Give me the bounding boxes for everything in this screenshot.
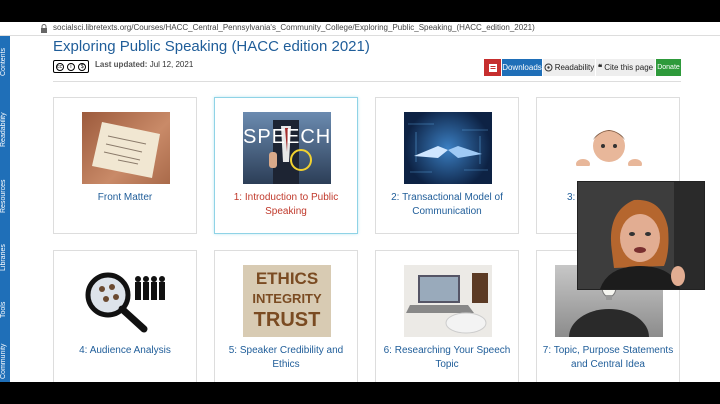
- donate-button[interactable]: Donate: [656, 59, 681, 76]
- card-transactional-model[interactable]: 2: Transactional Model of Communication: [375, 97, 519, 234]
- trust-word: TRUST: [253, 309, 321, 331]
- cite-label: Cite this page: [604, 63, 654, 72]
- integrity-word: INTEGRITY: [252, 291, 322, 306]
- libretexts-page: Contents Readability Resources Libraries…: [0, 36, 720, 382]
- research-thumbnail: [404, 265, 492, 337]
- card-title: 6: Researching Your Speech Topic: [383, 345, 511, 370]
- last-updated: Last updated: Jul 12, 2021: [95, 60, 193, 69]
- handshake-image: [408, 123, 488, 173]
- browser-address-bar[interactable]: socialsci.libretexts.org/Courses/HACC_Ce…: [0, 22, 720, 36]
- quote-icon: ❝: [597, 63, 603, 72]
- sidebar-tab-resources[interactable]: Resources: [0, 170, 10, 222]
- by-icon: i: [66, 62, 75, 71]
- nc-icon: $: [78, 62, 87, 71]
- downloads-button[interactable]: Downloads: [502, 59, 542, 76]
- last-updated-label: Last updated:: [95, 60, 148, 69]
- card-title: Front Matter: [97, 192, 153, 203]
- cc-icon: cc: [55, 62, 64, 71]
- page-title: Exploring Public Speaking (HACC edition …: [53, 38, 370, 55]
- front-matter-thumbnail: [82, 112, 170, 184]
- webcam-overlay: [577, 181, 705, 290]
- card-audience-analysis[interactable]: 4: Audience Analysis: [53, 250, 197, 382]
- card-title: 2: Transactional Model of Communication: [391, 192, 503, 217]
- sidebar-tab-tools[interactable]: Tools: [0, 292, 10, 328]
- screen-bottom-black-bar: [0, 382, 720, 404]
- card-introduction-to-public-speaking[interactable]: SPEECH 1: Introduction to Public Speakin…: [214, 97, 358, 234]
- card-title: 4: Audience Analysis: [79, 345, 171, 356]
- screen-top-black-bar: [0, 0, 720, 22]
- last-updated-value: Jul 12, 2021: [149, 60, 194, 69]
- audience-thumbnail: [82, 265, 170, 337]
- sidebar-tab-contents[interactable]: Contents: [0, 36, 10, 88]
- cc-license-badge[interactable]: cc i $: [53, 60, 89, 73]
- pdf-icon: [488, 63, 497, 72]
- peeking-face-image: [573, 130, 645, 184]
- presenter-video: [578, 182, 704, 289]
- lock-icon: [41, 24, 47, 33]
- card-title: 5: Speaker Credibility and Ethics: [228, 345, 344, 370]
- handshake-thumbnail: [404, 112, 492, 184]
- speech-thumbnail: SPEECH: [243, 112, 331, 184]
- card-title: 1: Introduction to Public Speaking: [233, 192, 339, 217]
- ethics-word: ETHICS: [255, 269, 319, 288]
- card-title: 7: Topic, Purpose Statements and Central…: [542, 345, 674, 370]
- magnifier-audience-image: [85, 272, 165, 333]
- laptop-image: [406, 273, 488, 334]
- header-divider: [53, 81, 681, 82]
- pdf-button[interactable]: [484, 59, 501, 76]
- sidebar-tab-readability[interactable]: Readability: [0, 104, 10, 156]
- sidebar-tab-community[interactable]: Community: [0, 340, 10, 382]
- sidebar-tab-libraries[interactable]: Libraries: [0, 236, 10, 280]
- readability-button[interactable]: Readability: [543, 59, 595, 76]
- side-navigation: Contents Readability Resources Libraries…: [0, 36, 10, 382]
- card-researching-your-topic[interactable]: 6: Researching Your Speech Topic: [375, 250, 519, 382]
- cite-this-page-button[interactable]: ❝ Cite this page: [596, 59, 655, 76]
- readability-label: Readability: [554, 63, 595, 72]
- url-text: socialsci.libretexts.org/Courses/HACC_Ce…: [53, 23, 535, 32]
- ethics-thumbnail: ETHICS INTEGRITY TRUST: [243, 265, 331, 337]
- notepad-image: [92, 122, 160, 178]
- speech-word: SPEECH: [243, 126, 331, 148]
- readability-icon: [544, 63, 553, 72]
- card-front-matter[interactable]: Front Matter: [53, 97, 197, 234]
- card-speaker-credibility[interactable]: ETHICS INTEGRITY TRUST 5: Speaker Credib…: [214, 250, 358, 382]
- chapter-3-thumbnail: [565, 112, 653, 184]
